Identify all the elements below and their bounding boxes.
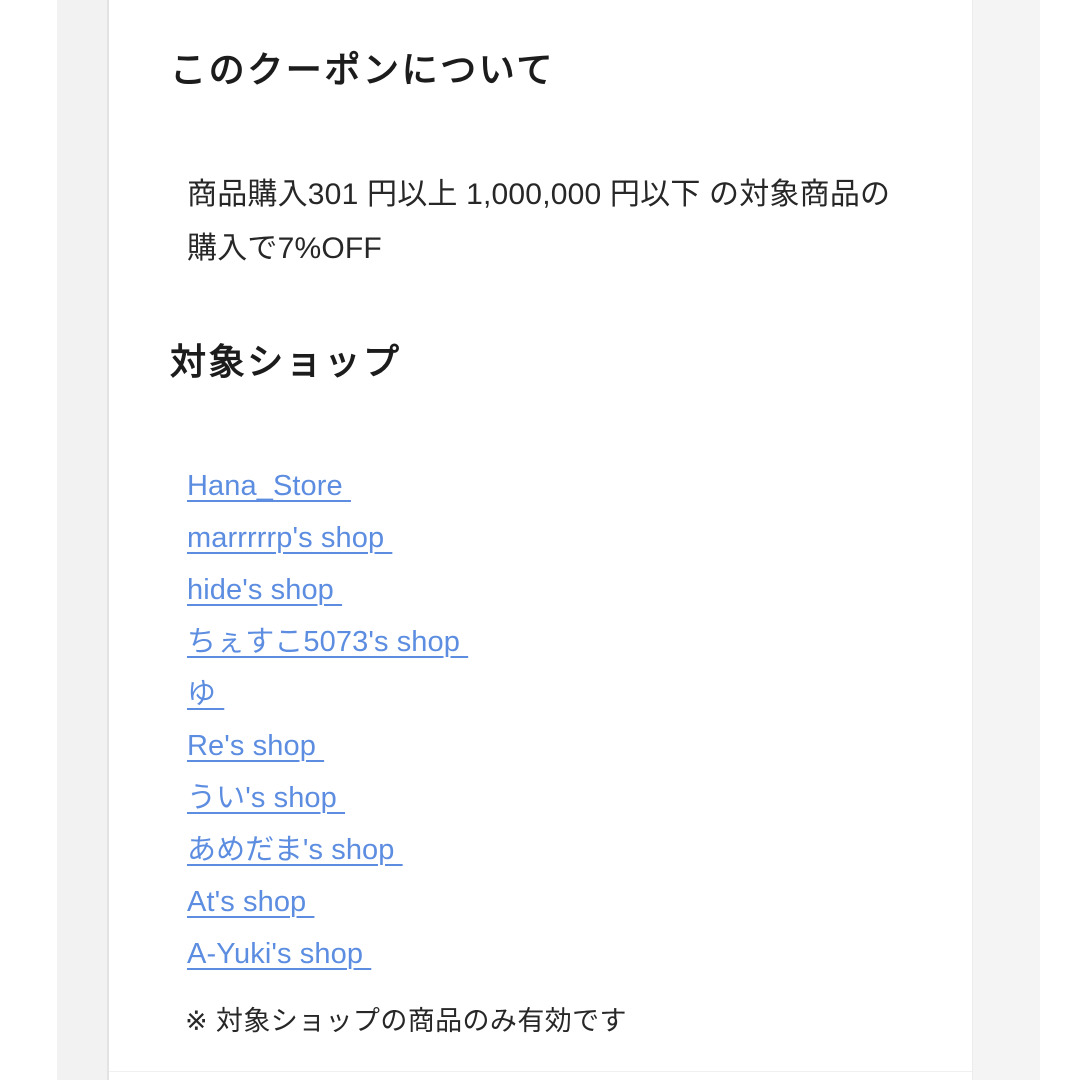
shop-link[interactable]: marrrrrp's shop [187,522,392,554]
page-outer-margin-right [1040,0,1080,1080]
shop-link[interactable]: ちぇすこ5073's shop [187,626,468,658]
list-item: ちぇすこ5073's shop [187,616,927,668]
card-bottom-divider [109,1071,972,1072]
list-item: うい's shop [187,772,927,824]
list-item: あめだま's shop [187,824,927,876]
list-item: Re's shop [187,720,927,772]
shop-link[interactable]: Hana_Store [187,470,351,502]
target-shops-heading: 対象ショップ [170,341,402,382]
shop-link[interactable]: あめだま's shop [187,834,403,866]
about-coupon-heading: このクーポンについて [170,49,555,90]
shop-link[interactable]: ゆ [187,678,224,710]
list-item: marrrrrp's shop [187,512,927,564]
shop-link[interactable]: A-Yuki's shop [187,938,371,970]
shop-link[interactable]: hide's shop [187,574,342,606]
shop-link[interactable]: Re's shop [187,730,324,762]
coupon-detail-screen: このクーポンについて 商品購入301 円以上 1,000,000 円以下 の対象… [0,0,1080,1080]
shop-link[interactable]: At's shop [187,886,314,918]
page-gutter-right [973,0,1040,1080]
list-item: ゆ [187,668,927,720]
coupon-description-text: 商品購入301 円以上 1,000,000 円以下 の対象商品の購入で7%OFF [187,178,891,265]
target-shop-list: Hana_Store marrrrrp's shop hide's shop ち… [187,460,927,980]
list-item: Hana_Store [187,460,927,512]
target-shops-note: ※ 対象ショップの商品のみ有効です [185,1006,627,1036]
list-item: At's shop [187,876,927,928]
shop-link[interactable]: うい's shop [187,782,345,814]
list-item: hide's shop [187,564,927,616]
coupon-content-card: このクーポンについて 商品購入301 円以上 1,000,000 円以下 の対象… [109,0,972,1080]
list-item: A-Yuki's shop [187,928,927,980]
page-outer-margin-left [0,0,57,1080]
page-gutter-left [57,0,108,1080]
